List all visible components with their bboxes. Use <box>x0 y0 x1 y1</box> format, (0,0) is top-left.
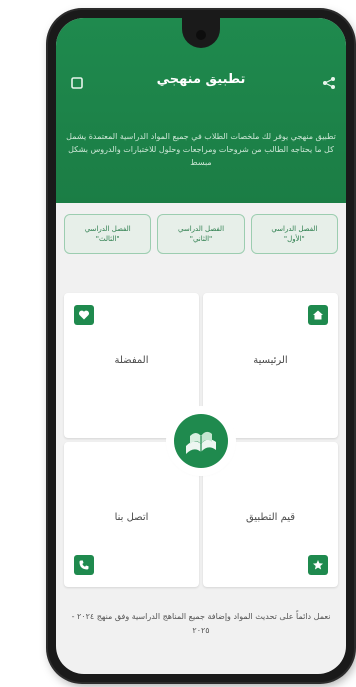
phone-frame: تطبيق منهجي تطبيق منهجي يوفر لك ملخصات ا… <box>48 10 354 682</box>
phone-icon <box>74 555 94 575</box>
app-screen: تطبيق منهجي تطبيق منهجي يوفر لك ملخصات ا… <box>56 18 346 674</box>
share-icon[interactable] <box>320 74 338 92</box>
star-icon <box>308 555 328 575</box>
semester-first-button[interactable]: الفصل الدراسي "الأول" <box>250 214 338 254</box>
footer-note: نعمل دائماً على تحديث المواد وإضافة جميع… <box>71 612 331 635</box>
rate-label: قيم التطبيق <box>245 512 296 523</box>
semester-selector: الفصل الدراسي "الأول" الفصل الدراسي "الث… <box>64 214 338 254</box>
book-logo-icon <box>174 414 228 468</box>
app-description: تطبيق منهجي يوفر لك ملخصات الطلاب في جمي… <box>66 132 336 167</box>
semester-second-button[interactable]: الفصل الدراسي "الثاني" <box>157 214 245 254</box>
heart-icon <box>74 305 94 325</box>
contact-label: اتصل بنا <box>114 512 149 523</box>
home-label: الرئيسية <box>253 355 288 366</box>
home-icon <box>308 305 328 325</box>
favorites-label: المفضلة <box>114 355 149 366</box>
semester-third-button[interactable]: الفصل الدراسي "الثالث" <box>64 214 152 254</box>
app-title: تطبيق منهجي <box>156 72 246 87</box>
app-logo <box>170 410 232 472</box>
